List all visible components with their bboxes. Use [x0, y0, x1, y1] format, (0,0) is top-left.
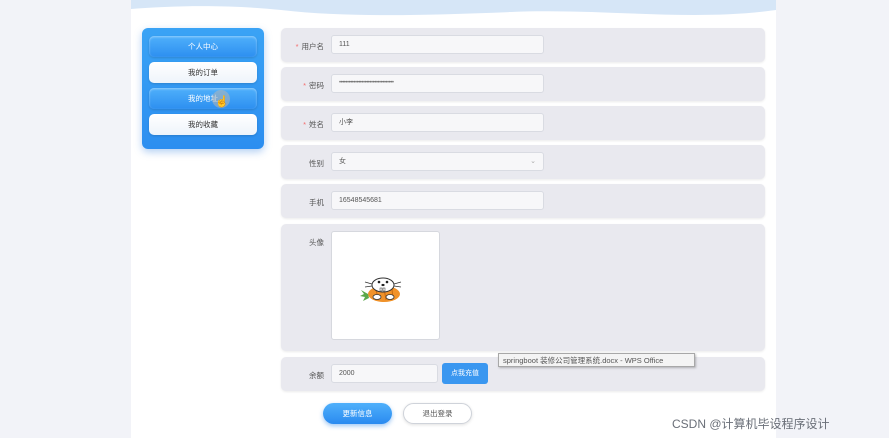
phone-label: 手机	[309, 198, 324, 207]
avatar-image	[360, 277, 402, 302]
name-input[interactable]: 小李	[331, 113, 544, 132]
password-input[interactable]: ••••••••••••••••••••••••••••••••••	[331, 74, 544, 93]
gender-label: 性别	[309, 159, 324, 168]
username-input[interactable]: 111	[331, 35, 544, 54]
form-row-avatar: 头像	[281, 224, 765, 351]
sidebar-item-address[interactable]: 我的地址	[149, 88, 257, 109]
gender-select[interactable]: 女 ⌄	[331, 152, 544, 171]
sidebar-item-orders[interactable]: 我的订单	[149, 62, 257, 83]
form-row-name: * 姓名 小李	[281, 106, 765, 140]
watermark-text: CSDN @计算机毕设程序设计	[672, 417, 830, 431]
form-row-password: * 密码 ••••••••••••••••••••••••••••••••••	[281, 67, 765, 101]
password-label: * 密码	[303, 81, 324, 90]
chevron-down-icon: ⌄	[530, 158, 536, 165]
top-wave-decoration	[131, 0, 776, 16]
avatar-upload[interactable]	[331, 231, 440, 340]
balance-label: 余额	[309, 371, 324, 380]
sidebar-item-profile[interactable]: 个人中心	[149, 36, 257, 57]
user-sidebar: 个人中心 我的订单 我的地址 我的收藏	[142, 28, 264, 149]
form-row-gender: 性别 女 ⌄	[281, 145, 765, 179]
taskbar-tooltip: springboot 装修公司管理系统.docx - WPS Office	[498, 353, 695, 367]
hand-cursor-icon: ☝	[215, 96, 229, 108]
name-label: * 姓名	[303, 120, 324, 129]
username-label: * 用户名	[295, 42, 324, 51]
update-info-button[interactable]: 更新信息	[323, 403, 392, 424]
phone-input[interactable]: 16548545681	[331, 191, 544, 210]
logout-button[interactable]: 退出登录	[403, 403, 472, 424]
sidebar-item-favorites[interactable]: 我的收藏	[149, 114, 257, 135]
recharge-button[interactable]: 点我充值	[442, 363, 488, 384]
form-row-phone: 手机 16548545681	[281, 184, 765, 218]
gender-value: 女	[339, 158, 346, 165]
avatar-label: 头像	[309, 238, 324, 247]
right-background	[776, 0, 889, 438]
left-background	[0, 0, 131, 438]
balance-input[interactable]: 2000	[331, 364, 438, 383]
form-row-username: * 用户名 111	[281, 28, 765, 62]
